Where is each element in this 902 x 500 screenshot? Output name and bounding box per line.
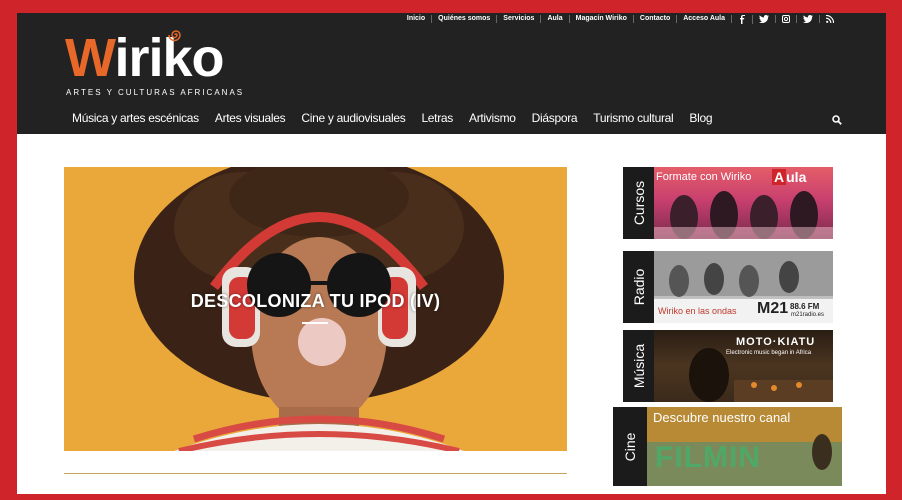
- divider-line: [64, 473, 567, 474]
- aula-brand: Aula: [772, 169, 807, 185]
- radio-site: m21radio.es: [791, 312, 825, 318]
- logo-wordmark: Wiriko: [65, 28, 225, 88]
- radio-station: M21: [757, 300, 789, 317]
- top-navigation: Inicio Quiénes somos Servicios Aula Maga…: [401, 13, 840, 25]
- cursos-side-label: Cursos: [623, 167, 654, 239]
- musica-subtitle: Electronic music began in Africa: [726, 350, 812, 356]
- radio-side-label: Radio: [623, 251, 654, 323]
- twitter-icon[interactable]: [797, 15, 820, 23]
- topnav-inicio[interactable]: Inicio: [401, 15, 433, 23]
- topnav-aula[interactable]: Aula: [541, 15, 570, 23]
- site-logo[interactable]: Wiriko ARTES Y CULTURAS AFRICANAS: [65, 29, 260, 99]
- hero-title[interactable]: DESCOLONIZA TU IPOD (IV): [64, 291, 567, 312]
- musica-banner[interactable]: Música MOTO·KIATU Electronic music began…: [623, 330, 833, 402]
- search-icon[interactable]: [832, 112, 842, 130]
- topnav-quienes-somos[interactable]: Quiénes somos: [432, 15, 498, 23]
- logo-spiral-icon: [168, 30, 181, 42]
- musica-title: MOTO·KIATU: [736, 336, 816, 348]
- hero-article[interactable]: DESCOLONIZA TU IPOD (IV): [64, 167, 567, 451]
- twitter-icon[interactable]: [753, 15, 776, 23]
- radio-caption: Wiriko en las ondas: [658, 306, 737, 316]
- facebook-icon[interactable]: [732, 14, 753, 24]
- topnav-magacin[interactable]: Magacín Wiriko: [570, 15, 634, 23]
- cine-side-label: Cine: [613, 407, 647, 486]
- cursos-banner-image: Formate con Wiriko Aula: [654, 167, 833, 239]
- logo-tagline: ARTES Y CULTURAS AFRICANAS: [66, 88, 245, 97]
- topnav-contacto[interactable]: Contacto: [634, 15, 678, 23]
- nav-cine[interactable]: Cine y audiovisuales: [301, 111, 405, 125]
- nav-artivismo[interactable]: Artivismo: [469, 111, 516, 125]
- filmin-logo: FILMIN: [655, 441, 761, 474]
- cursos-banner[interactable]: Cursos Formate con Wiriko Aula: [623, 167, 833, 239]
- musica-side-label: Música: [623, 330, 654, 402]
- topnav-acceso-aula[interactable]: Acceso Aula: [677, 15, 732, 23]
- musica-banner-image: MOTO·KIATU Electronic music began in Afr…: [654, 330, 833, 402]
- cine-caption: Descubre nuestro canal: [653, 410, 791, 425]
- nav-musica[interactable]: Música y artes escénicas: [72, 111, 199, 125]
- nav-letras[interactable]: Letras: [421, 111, 453, 125]
- rss-icon[interactable]: [820, 15, 840, 23]
- instagram-icon[interactable]: [776, 15, 797, 23]
- cine-banner[interactable]: Cine Descubre nuestro canal FILMIN: [613, 407, 842, 486]
- cine-banner-image: Descubre nuestro canal FILMIN: [647, 407, 842, 486]
- site-header: Inicio Quiénes somos Servicios Aula Maga…: [17, 13, 886, 134]
- radio-banner-image: Wiriko en las ondas M21 88.6 FM m21radio…: [654, 251, 833, 323]
- radio-banner[interactable]: Radio Wiriko en las ondas M21 88.6 FM m2…: [623, 251, 833, 323]
- main-navigation: Música y artes escénicas Artes visuales …: [72, 111, 728, 125]
- nav-turismo[interactable]: Turismo cultural: [593, 111, 673, 125]
- topnav-servicios[interactable]: Servicios: [497, 15, 542, 23]
- nav-artes-visuales[interactable]: Artes visuales: [215, 111, 286, 125]
- nav-diaspora[interactable]: Diáspora: [532, 111, 578, 125]
- hero-title-underline: [302, 322, 328, 324]
- page-frame: Inicio Quiénes somos Servicios Aula Maga…: [17, 13, 886, 494]
- nav-blog[interactable]: Blog: [689, 111, 712, 125]
- cursos-caption: Formate con Wiriko: [656, 171, 752, 183]
- radio-frequency: 88.6 FM: [790, 302, 820, 311]
